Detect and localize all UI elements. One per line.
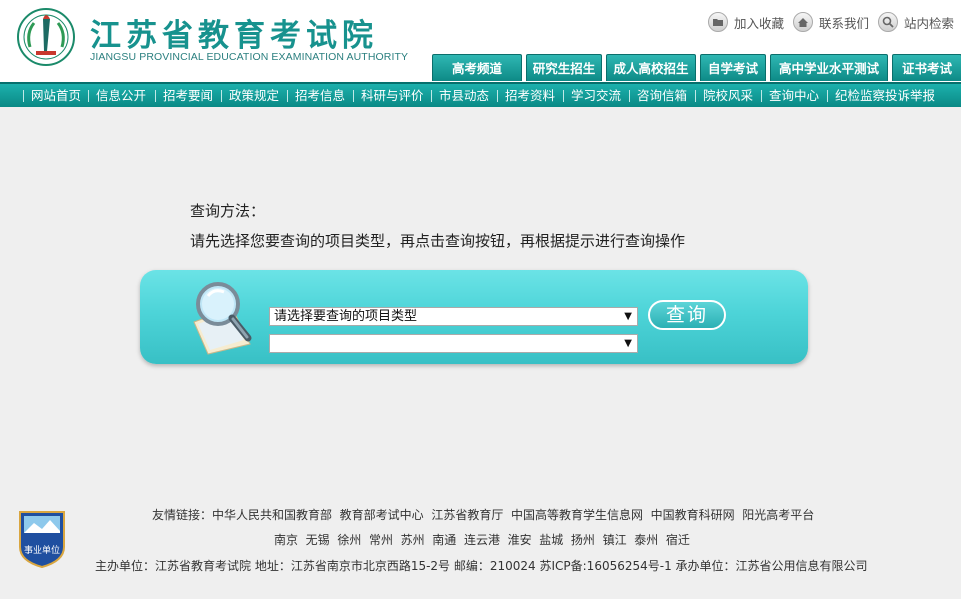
nav-complaints[interactable]: 纪检监察投诉举报 [835, 84, 935, 107]
friend-link[interactable]: 教育部考试中心 [340, 508, 424, 522]
city-link[interactable]: 盐城 [539, 533, 563, 547]
nav-divider [221, 90, 222, 102]
tab-graduate[interactable]: 研究生招生 [526, 54, 602, 81]
site-search-label: 站内检索 [904, 15, 955, 31]
tab-self-study[interactable]: 自学考试 [700, 54, 766, 81]
add-favorite-label: 加入收藏 [734, 15, 785, 31]
dropdown-arrow-icon[interactable]: ▼ [624, 308, 632, 325]
query-method-desc: 请先选择您要查询的项目类型，再点击查询按钮，再根据提示进行查询操作 [190, 232, 686, 250]
city-link[interactable]: 南京 [274, 533, 298, 547]
site-search-link[interactable]: 站内检索 [878, 12, 954, 32]
nav-divider [629, 90, 630, 102]
city-link[interactable]: 宿迁 [666, 533, 690, 547]
tab-adult-college[interactable]: 成人高校招生 [606, 54, 696, 81]
sponsor-info: 主办单位：江苏省教育考试院 地址：江苏省南京市北京西路15-2号 邮编：2100… [95, 559, 868, 573]
nav-divider [155, 90, 156, 102]
nav-divider [827, 90, 828, 102]
site-subtitle: JIANGSU PROVINCIAL EDUCATION EXAMINATION… [90, 51, 409, 63]
city-link[interactable]: 淮安 [508, 533, 532, 547]
query-panel: 请选择要查询的项目类型 ▼ ▼ 查询 [140, 270, 808, 364]
nav-research[interactable]: 科研与评价 [361, 84, 424, 107]
main-nav: 网站首页 信息公开 招考要闻 政策规定 招考信息 科研与评价 市县动态 招考资料… [0, 82, 961, 107]
nav-divider [695, 90, 696, 102]
nav-city-news[interactable]: 市县动态 [439, 84, 489, 107]
city-links: 南京 无锡 徐州 常州 苏州 南通 连云港 淮安 盐城 扬州 镇江 泰州 宿迁 [274, 531, 690, 548]
city-link[interactable]: 扬州 [571, 533, 595, 547]
add-favorite-link[interactable]: 加入收藏 [708, 12, 784, 32]
public-institution-badge[interactable]: 事业单位 [16, 509, 68, 569]
project-type-select[interactable]: 请选择要查询的项目类型 ▼ [269, 307, 638, 326]
query-method-title: 查询方法： [190, 202, 266, 220]
sub-item-select[interactable]: ▼ [269, 334, 638, 353]
city-link[interactable]: 常州 [369, 533, 393, 547]
nav-divider [761, 90, 762, 102]
nav-query-center[interactable]: 查询中心 [769, 84, 819, 107]
tab-gaokao[interactable]: 高考频道 [432, 54, 522, 81]
search-icon [878, 12, 898, 32]
home-icon [793, 12, 813, 32]
friend-link[interactable]: 阳光高考平台 [742, 508, 814, 522]
nav-learning[interactable]: 学习交流 [571, 84, 621, 107]
city-link[interactable]: 无锡 [306, 533, 330, 547]
city-link[interactable]: 徐州 [337, 533, 361, 547]
query-button[interactable]: 查询 [648, 300, 726, 330]
nav-exam-info[interactable]: 招考信息 [295, 84, 345, 107]
city-link[interactable]: 连云港 [464, 533, 500, 547]
nav-divider [431, 90, 432, 102]
friend-links: 友情链接：中华人民共和国教育部 教育部考试中心 江苏省教育厅 中国高等教育学生信… [152, 506, 814, 523]
site-title: 江苏省教育考试院 [90, 18, 378, 54]
friend-link[interactable]: 中国教育科研网 [651, 508, 735, 522]
magnifier-icon [193, 282, 252, 355]
nav-news[interactable]: 招考要闻 [163, 84, 213, 107]
nav-policy[interactable]: 政策规定 [229, 84, 279, 107]
folder-icon [708, 12, 728, 32]
friend-link[interactable]: 中国高等教育学生信息网 [511, 508, 643, 522]
nav-divider [88, 90, 89, 102]
city-link[interactable]: 泰州 [634, 533, 658, 547]
contact-us-label: 联系我们 [819, 15, 870, 31]
site-header: 江苏省教育考试院 JIANGSU PROVINCIAL EDUCATION EX… [0, 0, 961, 82]
friend-link[interactable]: 中华人民共和国教育部 [212, 508, 332, 522]
nav-divider [287, 90, 288, 102]
tab-certificate[interactable]: 证书考试 [892, 54, 961, 81]
contact-us-link[interactable]: 联系我们 [793, 12, 869, 32]
badge-label: 事业单位 [24, 544, 60, 556]
nav-materials[interactable]: 招考资料 [505, 84, 555, 107]
friend-links-label: 友情链接： [152, 508, 213, 522]
nav-divider [23, 90, 24, 102]
nav-divider [563, 90, 564, 102]
nav-schools[interactable]: 院校风采 [703, 84, 753, 107]
project-type-value: 请选择要查询的项目类型 [274, 309, 418, 324]
dropdown-arrow-icon[interactable]: ▼ [624, 335, 632, 352]
nav-mailbox[interactable]: 咨询信箱 [637, 84, 687, 107]
nav-home[interactable]: 网站首页 [31, 84, 81, 107]
friend-link[interactable]: 江苏省教育厅 [431, 508, 503, 522]
city-link[interactable]: 苏州 [401, 533, 425, 547]
institution-logo[interactable] [16, 7, 76, 67]
city-link[interactable]: 南通 [432, 533, 456, 547]
nav-info-disclosure[interactable]: 信息公开 [96, 84, 146, 107]
nav-divider [353, 90, 354, 102]
nav-divider [497, 90, 498, 102]
tab-academic-test[interactable]: 高中学业水平测试 [770, 54, 888, 81]
city-link[interactable]: 镇江 [603, 533, 627, 547]
